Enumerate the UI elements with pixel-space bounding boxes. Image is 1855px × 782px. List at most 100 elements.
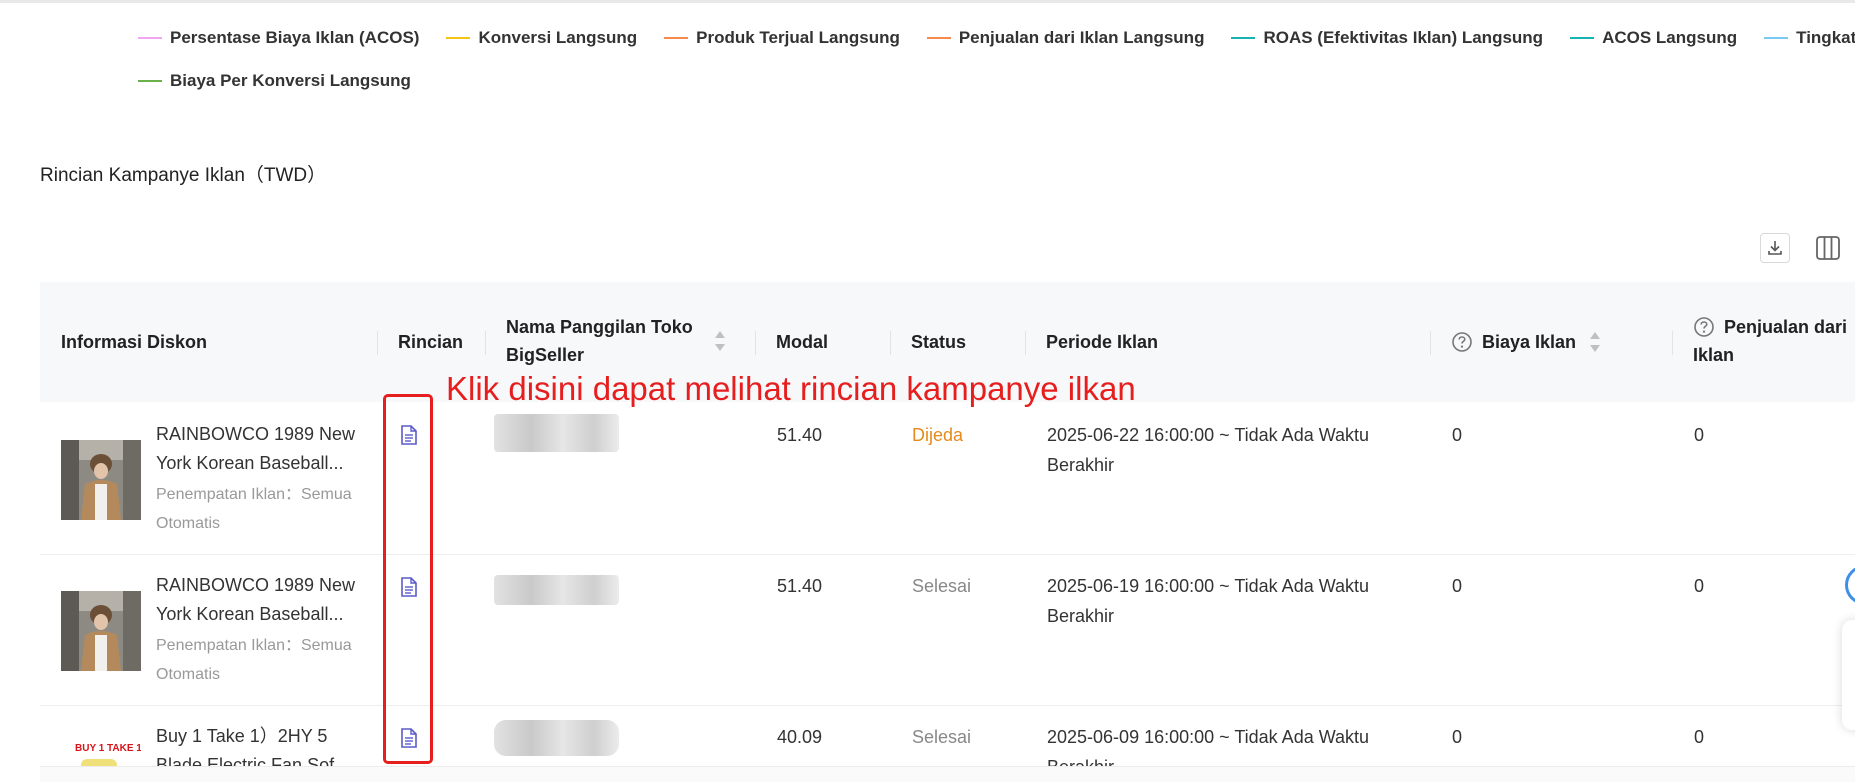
product-title-line1: RAINBOWCO 1989 New <box>156 424 356 444</box>
budget-value: 51.40 <box>777 576 823 596</box>
legend-label: ROAS (Efektivitas Iklan) Langsung <box>1263 28 1544 47</box>
legend-swatch <box>664 37 689 39</box>
budget-value: 40.09 <box>777 727 823 747</box>
legend-item-konversi[interactable]: Konversi Langsung <box>446 28 637 48</box>
ad-period: 2025-06-19 16:00:00 ~ Tidak Ada Waktu Be… <box>1047 571 1369 631</box>
legend-item-produk-terjual[interactable]: Produk Terjual Langsung <box>664 28 900 48</box>
header-status: Status <box>911 332 967 352</box>
download-icon <box>1768 241 1782 255</box>
legend-swatch <box>138 80 162 82</box>
product-title[interactable]: RAINBOWCO 1989 New York Korean Baseball.… <box>156 420 366 478</box>
ad-period-line2: Berakhir <box>1047 606 1115 626</box>
blurred-shop-name <box>494 414 619 452</box>
header-separator <box>1430 331 1431 355</box>
ad-sales-value: 0 <box>1694 576 1705 596</box>
table-footer-bar <box>40 766 1855 782</box>
row-divider <box>40 705 1855 706</box>
header-separator <box>377 331 378 355</box>
header-biaya-iklan[interactable]: Biaya Iklan <box>1451 328 1602 356</box>
legend-item-roas[interactable]: ROAS (Efektivitas Iklan) Langsung <box>1231 28 1543 48</box>
product-title-line2: York Korean Baseball... <box>156 604 344 624</box>
ad-placement: Penempatan Iklan：Semua Otomatis <box>156 480 366 538</box>
annotation-highlight-box <box>383 394 433 764</box>
legend-item-acos[interactable]: Persentase Biaya Iklan (ACOS) <box>138 28 419 48</box>
header-separator <box>890 331 891 355</box>
top-divider <box>0 0 1855 3</box>
download-button[interactable] <box>1760 233 1790 263</box>
ad-period-line1: 2025-06-09 16:00:00 ~ Tidak Ada Waktu <box>1047 727 1370 747</box>
product-title-line2: York Korean Baseball... <box>156 453 344 473</box>
legend-swatch <box>446 37 471 39</box>
header-penjualan: Penjualan dari Iklan <box>1693 313 1847 369</box>
ad-period: 2025-06-09 16:00:00 ~ Tidak Ada Waktu Be… <box>1047 722 1369 766</box>
header-rincian: Rincian <box>398 332 464 352</box>
legend-item-acos-langsung[interactable]: ACOS Langsung <box>1570 28 1737 48</box>
ad-sales-value: 0 <box>1694 727 1705 747</box>
ad-placement-line1: Penempatan Iklan：Semua <box>156 486 352 503</box>
thumbnail-label: BUY 1 TAKE 1 <box>75 743 141 754</box>
section-title: Rincian Kampanye Iklan（TWD） <box>40 165 327 186</box>
header-separator <box>485 331 486 355</box>
help-icon[interactable] <box>1451 331 1473 353</box>
legend-label: Penjualan dari Iklan Langsung <box>958 28 1205 47</box>
legend-swatch <box>138 37 162 39</box>
product-thumbnail[interactable] <box>61 440 141 520</box>
product-title[interactable]: RAINBOWCO 1989 New York Korean Baseball.… <box>156 571 366 629</box>
header-separator <box>755 331 756 355</box>
ad-period-line1: 2025-06-22 16:00:00 ~ Tidak Ada Waktu <box>1047 425 1370 445</box>
ad-placement-line2: Otomatis <box>156 666 221 683</box>
ad-placement-line2: Otomatis <box>156 515 221 532</box>
sort-icon[interactable] <box>713 329 727 353</box>
help-icon[interactable] <box>1693 316 1715 338</box>
legend-label: Tingkat Ko <box>1796 28 1855 47</box>
legend-label: Biaya Per Konversi Langsung <box>170 71 411 90</box>
product-image <box>61 440 141 520</box>
product-title-line1: Buy 1 Take 1）2HY 5 <box>156 726 328 746</box>
product-title[interactable]: Buy 1 Take 1）2HY 5 Blade Electric Fan So… <box>156 722 366 766</box>
legend-label: Produk Terjual Langsung <box>696 28 900 47</box>
ad-period-line2: Berakhir <box>1047 752 1369 766</box>
legend-item-tingkat[interactable]: Tingkat Ko <box>1764 28 1855 48</box>
annotation-text: Klik disini dapat melihat rincian kampan… <box>446 370 1136 407</box>
chart-legend-row-2: Biaya Per Konversi Langsung <box>138 68 438 94</box>
status-badge: Selesai <box>912 576 972 596</box>
blurred-shop-name <box>494 720 619 756</box>
legend-swatch <box>1231 37 1256 39</box>
columns-icon <box>1816 236 1840 260</box>
header-modal: Modal <box>776 332 828 352</box>
header-separator <box>1672 331 1673 355</box>
blurred-shop-name <box>494 575 619 605</box>
ad-placement: Penempatan Iklan：Semua Otomatis <box>156 631 366 689</box>
header-penjualan-line2: Iklan <box>1693 345 1735 365</box>
legend-label: Persentase Biaya Iklan (ACOS) <box>170 28 420 47</box>
header-periode-iklan: Periode Iklan <box>1046 332 1159 352</box>
columns-button[interactable] <box>1813 233 1843 263</box>
product-title-line2: Blade Electric Fan Sof <box>156 755 335 766</box>
legend-swatch <box>1764 37 1789 39</box>
chart-legend-row-1: Persentase Biaya Iklan (ACOS) Konversi L… <box>138 25 1855 51</box>
ad-cost-value: 0 <box>1452 576 1463 596</box>
product-image <box>61 591 141 671</box>
header-nama-toko[interactable]: Nama Panggilan Toko BigSeller <box>506 313 693 369</box>
legend-item-penjualan[interactable]: Penjualan dari Iklan Langsung <box>926 28 1205 48</box>
header-informasi-diskon: Informasi Diskon <box>61 332 208 352</box>
ad-placement-line1: Penempatan Iklan：Semua <box>156 637 352 654</box>
floating-help-button[interactable] <box>1845 565 1855 605</box>
legend-label: ACOS Langsung <box>1602 28 1738 47</box>
ad-sales-value: 0 <box>1694 425 1705 445</box>
floating-side-panel[interactable] <box>1842 620 1855 730</box>
header-separator <box>1025 331 1026 355</box>
header-nama-toko-line1: Nama Panggilan Toko <box>506 317 693 337</box>
product-title-line1: RAINBOWCO 1989 New <box>156 575 356 595</box>
header-biaya-iklan-label: Biaya Iklan <box>1482 332 1577 352</box>
sort-icon[interactable] <box>1588 330 1602 354</box>
header-nama-toko-line2: BigSeller <box>506 345 585 365</box>
legend-item-biaya-per-konversi[interactable]: Biaya Per Konversi Langsung <box>138 71 411 91</box>
ad-period-line1: 2025-06-19 16:00:00 ~ Tidak Ada Waktu <box>1047 576 1370 596</box>
budget-value: 51.40 <box>777 425 823 445</box>
product-thumbnail[interactable]: BUY 1 TAKE 1 <box>61 735 141 766</box>
product-thumbnail[interactable] <box>61 591 141 671</box>
status-badge: Selesai <box>912 727 972 747</box>
row-divider <box>40 554 1855 555</box>
legend-label: Konversi Langsung <box>478 28 638 47</box>
